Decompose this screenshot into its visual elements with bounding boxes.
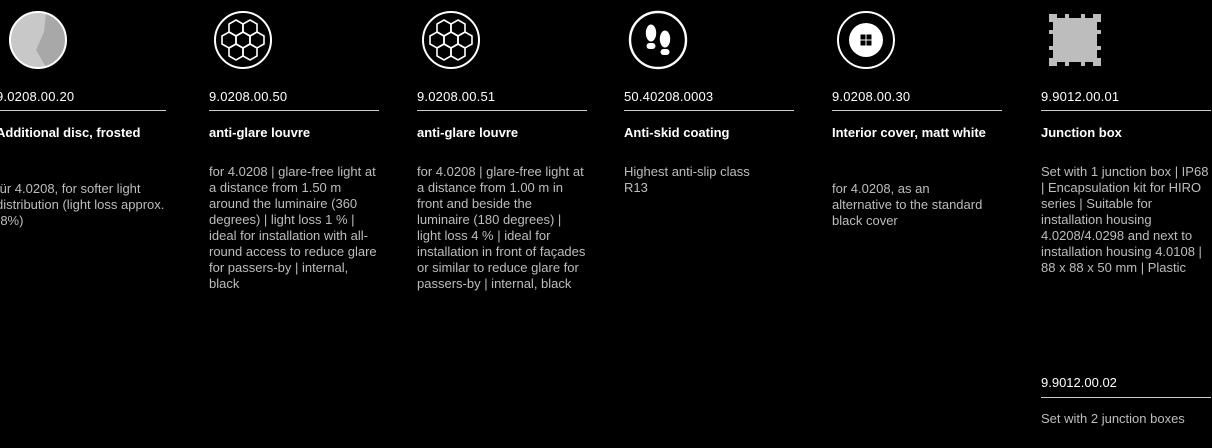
product-code: 9.0208.00.51 (417, 89, 496, 104)
product-code: 9.9012.00.01 (1041, 89, 1120, 104)
cover-icon (837, 11, 895, 69)
divider (209, 110, 379, 111)
divider (832, 110, 1002, 111)
product-code: 9.0208.00.50 (209, 89, 288, 104)
product-description: for 4.0208, as an alternative to the sta… (832, 181, 983, 228)
product-description: Set with 1 junction box | IP68 | Encapsu… (1041, 164, 1209, 275)
product-description: for 4.0208 | glare-free light at a dista… (417, 164, 586, 291)
product-title: Junction box (1041, 125, 1122, 140)
product-title: Additional disc, frosted (0, 125, 141, 140)
honeycomb-louvre-icon (214, 11, 272, 69)
product-code: 50.40208.0003 (624, 89, 714, 104)
product-code: 9.0208.00.20 (0, 89, 75, 104)
product-title: anti-glare louvre (209, 125, 311, 140)
product-title: anti-glare louvre (417, 125, 519, 140)
honeycomb-louvre-icon (422, 11, 480, 69)
product-description: Highest anti-slip class R13 (624, 164, 750, 195)
divider (417, 110, 587, 111)
divider (0, 110, 166, 111)
footprints-icon (628, 10, 688, 70)
divider (1041, 110, 1211, 111)
junction-box-icon (1049, 14, 1101, 66)
product-description: for 4.0208 | glare-free light at a dista… (209, 164, 377, 291)
divider (1041, 397, 1211, 398)
frosted-disc-icon (9, 11, 67, 69)
product-description: für 4.0208, for softer light distributio… (0, 181, 165, 228)
variant-description: Set with 2 junction boxes (1041, 411, 1185, 426)
product-title: Interior cover, matt white (832, 125, 986, 140)
divider (624, 110, 794, 111)
variant-code: 9.9012.00.02 (1041, 375, 1117, 390)
product-title: Anti-skid coating (624, 125, 730, 140)
product-code: 9.0208.00.30 (832, 89, 911, 104)
